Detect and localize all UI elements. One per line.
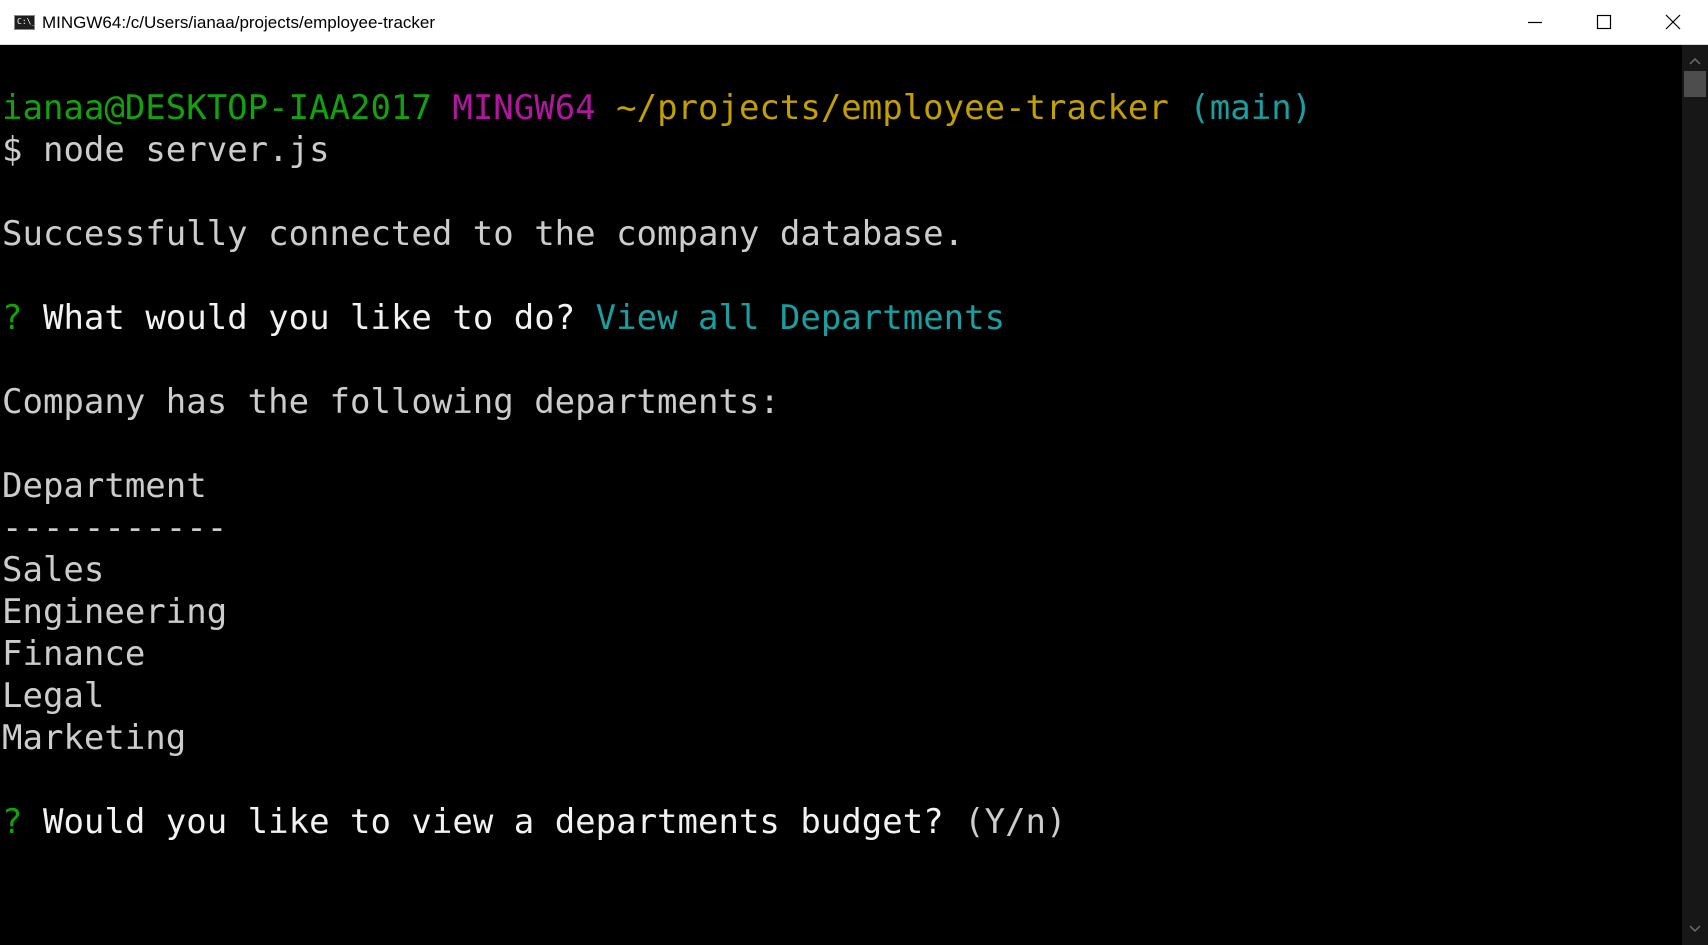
department-row: Finance [2, 634, 146, 674]
prompt-shell: MINGW64 [452, 88, 596, 128]
prompt-branch: (main) [1189, 88, 1313, 128]
maximize-button[interactable] [1567, 0, 1638, 45]
prompt-user-host: ianaa@DESKTOP-IAA2017 [2, 88, 432, 128]
command-line: $ node server.js [2, 129, 330, 171]
question-text: What would you like to do? [42, 298, 576, 338]
title-bar[interactable]: C:\_ MINGW64:/c/Users/ianaa/projects/emp… [0, 0, 1708, 45]
scroll-up-arrow[interactable] [1682, 51, 1708, 71]
department-row: Legal [2, 676, 105, 716]
question-text: Would you like to view a departments bud… [42, 802, 944, 842]
close-button[interactable] [1637, 0, 1708, 45]
department-row: Sales [2, 550, 105, 590]
question-answer: View all Departments [595, 298, 1006, 338]
department-row: Engineering [2, 592, 228, 632]
window-title: MINGW64:/c/Users/ianaa/projects/employee… [42, 13, 436, 32]
terminal-output[interactable]: ianaa@DESKTOP-IAA2017 MINGW64 ~/projects… [0, 45, 1682, 945]
scroll-thumb[interactable] [1684, 71, 1706, 97]
prompt-path: ~/projects/employee-tracker [616, 88, 1169, 128]
maximize-icon [1596, 14, 1612, 30]
chevron-up-icon [1689, 57, 1701, 65]
console-app-icon: C:\_ [14, 15, 35, 30]
minimize-button[interactable] [1499, 0, 1570, 45]
command-text: node server.js [42, 130, 330, 170]
departments-heading: Company has the following departments: [2, 382, 780, 422]
minimize-icon [1528, 21, 1542, 24]
connected-message: Successfully connected to the company da… [2, 214, 965, 254]
shell-prompt-line: ianaa@DESKTOP-IAA2017 MINGW64 ~/projects… [2, 87, 1312, 129]
scroll-down-arrow[interactable] [1682, 919, 1708, 939]
prompt-symbol: $ [2, 130, 23, 170]
vertical-scrollbar[interactable] [1682, 45, 1708, 945]
close-icon [1665, 14, 1681, 30]
question-mark: ? [2, 298, 23, 338]
table-rule: ----------- [2, 508, 228, 548]
question-view-budget: ? Would you like to view a departments b… [2, 801, 1066, 843]
table-header: Department [2, 466, 207, 506]
chevron-down-icon [1689, 925, 1701, 933]
question-what-to-do: ? What would you like to do? View all De… [2, 297, 1005, 339]
question-mark: ? [2, 802, 23, 842]
department-row: Marketing [2, 718, 187, 758]
question-hint: (Y/n) [964, 802, 1067, 842]
terminal-window: C:\_ MINGW64:/c/Users/ianaa/projects/emp… [0, 0, 1708, 945]
